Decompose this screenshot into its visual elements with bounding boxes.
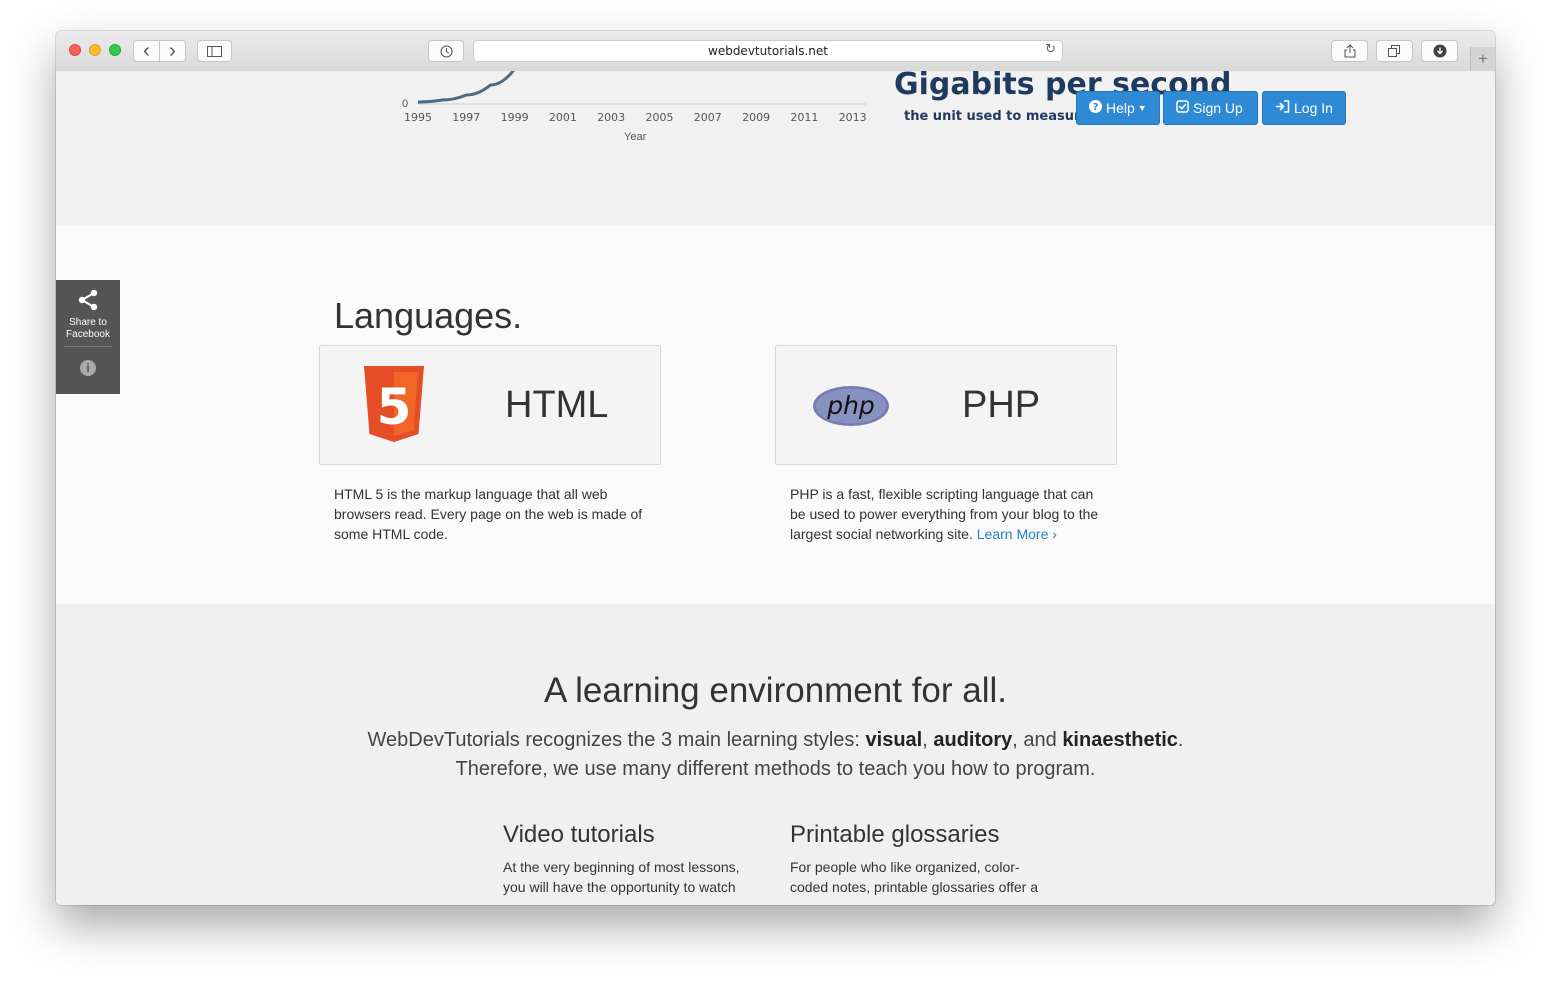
sign-in-icon (1275, 100, 1290, 116)
chart-x-tick: 2007 (693, 111, 722, 124)
learning-heading: A learning environment for all. (543, 671, 1008, 710)
caret-down-icon: ▼ (1137, 103, 1147, 113)
style-auditory: auditory (933, 729, 1013, 751)
learning-sep1: , (922, 729, 934, 751)
learning-sep2: , and (1012, 729, 1063, 751)
feature-desc-glossaries: For people who like organized, color-cod… (790, 859, 1039, 895)
browser-window: ‹ › webdevtutorials.net ↻ + 0 1995 1997 … (56, 31, 1495, 905)
svg-text:?: ? (1093, 102, 1099, 113)
feature-desc-video: At the very beginning of most lessons, y… (503, 859, 740, 895)
html-description-text: HTML 5 is the markup language that all w… (334, 486, 643, 542)
html-title: HTML (505, 384, 609, 426)
share-icon (1344, 44, 1355, 58)
url-text: webdevtutorials.net (708, 44, 828, 58)
html-description: HTML 5 is the markup language that all w… (334, 484, 654, 544)
share-label-line2: Facebook (66, 329, 110, 340)
style-kinaesthetic: kinaesthetic (1062, 729, 1178, 751)
sign-up-label: Sign Up (1193, 100, 1243, 116)
share-label: Share to Facebook (56, 317, 120, 341)
chart-x-tick: 2011 (790, 111, 819, 124)
tabs-overview-button[interactable] (1376, 40, 1413, 62)
learning-subtitle: WebDevTutorials recognizes the 3 main le… (56, 726, 1495, 784)
bandwidth-chart: 0 1995 1997 1999 2001 2003 2005 2007 2009 2011 20… (396, 71, 876, 151)
chart-x-tick: 1997 (452, 111, 481, 124)
share-button[interactable] (1331, 40, 1368, 62)
chart-series-line (417, 71, 515, 104)
learning-line1: WebDevTutorials recognizes the 3 main le… (56, 726, 1495, 755)
php-description: PHP is a fast, flexible scripting langua… (790, 484, 1110, 544)
chart-x-tick: 2003 (597, 111, 626, 124)
check-square-icon (1176, 100, 1189, 116)
help-label: Help (1106, 100, 1135, 116)
address-bar[interactable]: webdevtutorials.net ↻ (473, 40, 1063, 62)
chart-x-tick: 2009 (742, 111, 771, 124)
chevron-left-icon: ‹ (143, 40, 150, 62)
chart-x-label: Year (624, 131, 647, 143)
feature-title-video: Video tutorials (503, 821, 655, 848)
help-dropdown-button[interactable]: ? Help ▼ (1076, 91, 1160, 125)
feature-title-glossaries: Printable glossaries (790, 821, 1000, 848)
sidebar-icon (207, 45, 222, 57)
back-button[interactable]: ‹ (133, 40, 160, 62)
learning-line1-end: . (1177, 729, 1184, 751)
share-to-facebook-widget[interactable]: Share to Facebook i (56, 280, 120, 394)
clock-icon (440, 45, 452, 57)
chart-x-tick: 2013 (838, 111, 867, 124)
promo-subtitle: the unit used to measure (904, 109, 1090, 124)
info-icon[interactable]: i (80, 360, 96, 376)
sidebar-toggle-button[interactable] (197, 40, 232, 62)
php-logo-icon: php (813, 386, 889, 426)
chevron-right-icon: › (169, 40, 176, 62)
minimize-window-button[interactable] (89, 44, 101, 56)
title-bar: ‹ › webdevtutorials.net ↻ + (56, 31, 1495, 72)
learn-more-link[interactable]: Learn More › (977, 526, 1057, 542)
html-card[interactable]: 5 HTML (319, 345, 661, 465)
tabs-icon (1388, 44, 1400, 57)
new-tab-button[interactable]: + (1470, 47, 1495, 71)
php-title: PHP (962, 384, 1041, 426)
downloads-button[interactable] (1421, 40, 1458, 62)
share-nodes-icon (78, 289, 98, 311)
page-viewport: 0 1995 1997 1999 2001 2003 2005 2007 2009 2011 20… (56, 71, 1495, 905)
close-window-button[interactable] (69, 44, 81, 56)
share-divider (64, 346, 112, 347)
php-card[interactable]: php PHP (775, 345, 1117, 465)
share-label-line1: Share to (69, 317, 107, 328)
chart-x-tick: 2005 (645, 111, 674, 124)
chart-y-tick: 0 (402, 98, 409, 110)
log-in-button[interactable]: Log In (1262, 91, 1346, 125)
zoom-window-button[interactable] (109, 44, 121, 56)
chart-plot (417, 71, 866, 105)
chart-x-tick: 2001 (548, 111, 577, 124)
download-icon (1433, 44, 1446, 58)
question-circle-icon: ? (1089, 100, 1102, 116)
languages-heading: Languages. (334, 295, 523, 336)
log-in-label: Log In (1294, 100, 1333, 116)
learning-line2: Therefore, we use many different methods… (455, 758, 1096, 780)
style-visual: visual (865, 729, 923, 751)
sign-up-button[interactable]: Sign Up (1163, 91, 1258, 125)
html5-logo-icon: 5 (364, 366, 424, 442)
plus-icon: + (1478, 49, 1488, 68)
history-button[interactable] (428, 40, 464, 62)
html5-logo-glyph: 5 (377, 378, 412, 436)
learning-line1-prefix: WebDevTutorials recognizes the 3 main le… (367, 729, 866, 751)
forward-button[interactable]: › (159, 40, 186, 62)
php-logo-glyph: php (826, 391, 875, 420)
reload-icon[interactable]: ↻ (1045, 42, 1056, 57)
chart-x-tick: 1995 (404, 111, 432, 124)
chart-x-tick: 1999 (500, 111, 529, 124)
